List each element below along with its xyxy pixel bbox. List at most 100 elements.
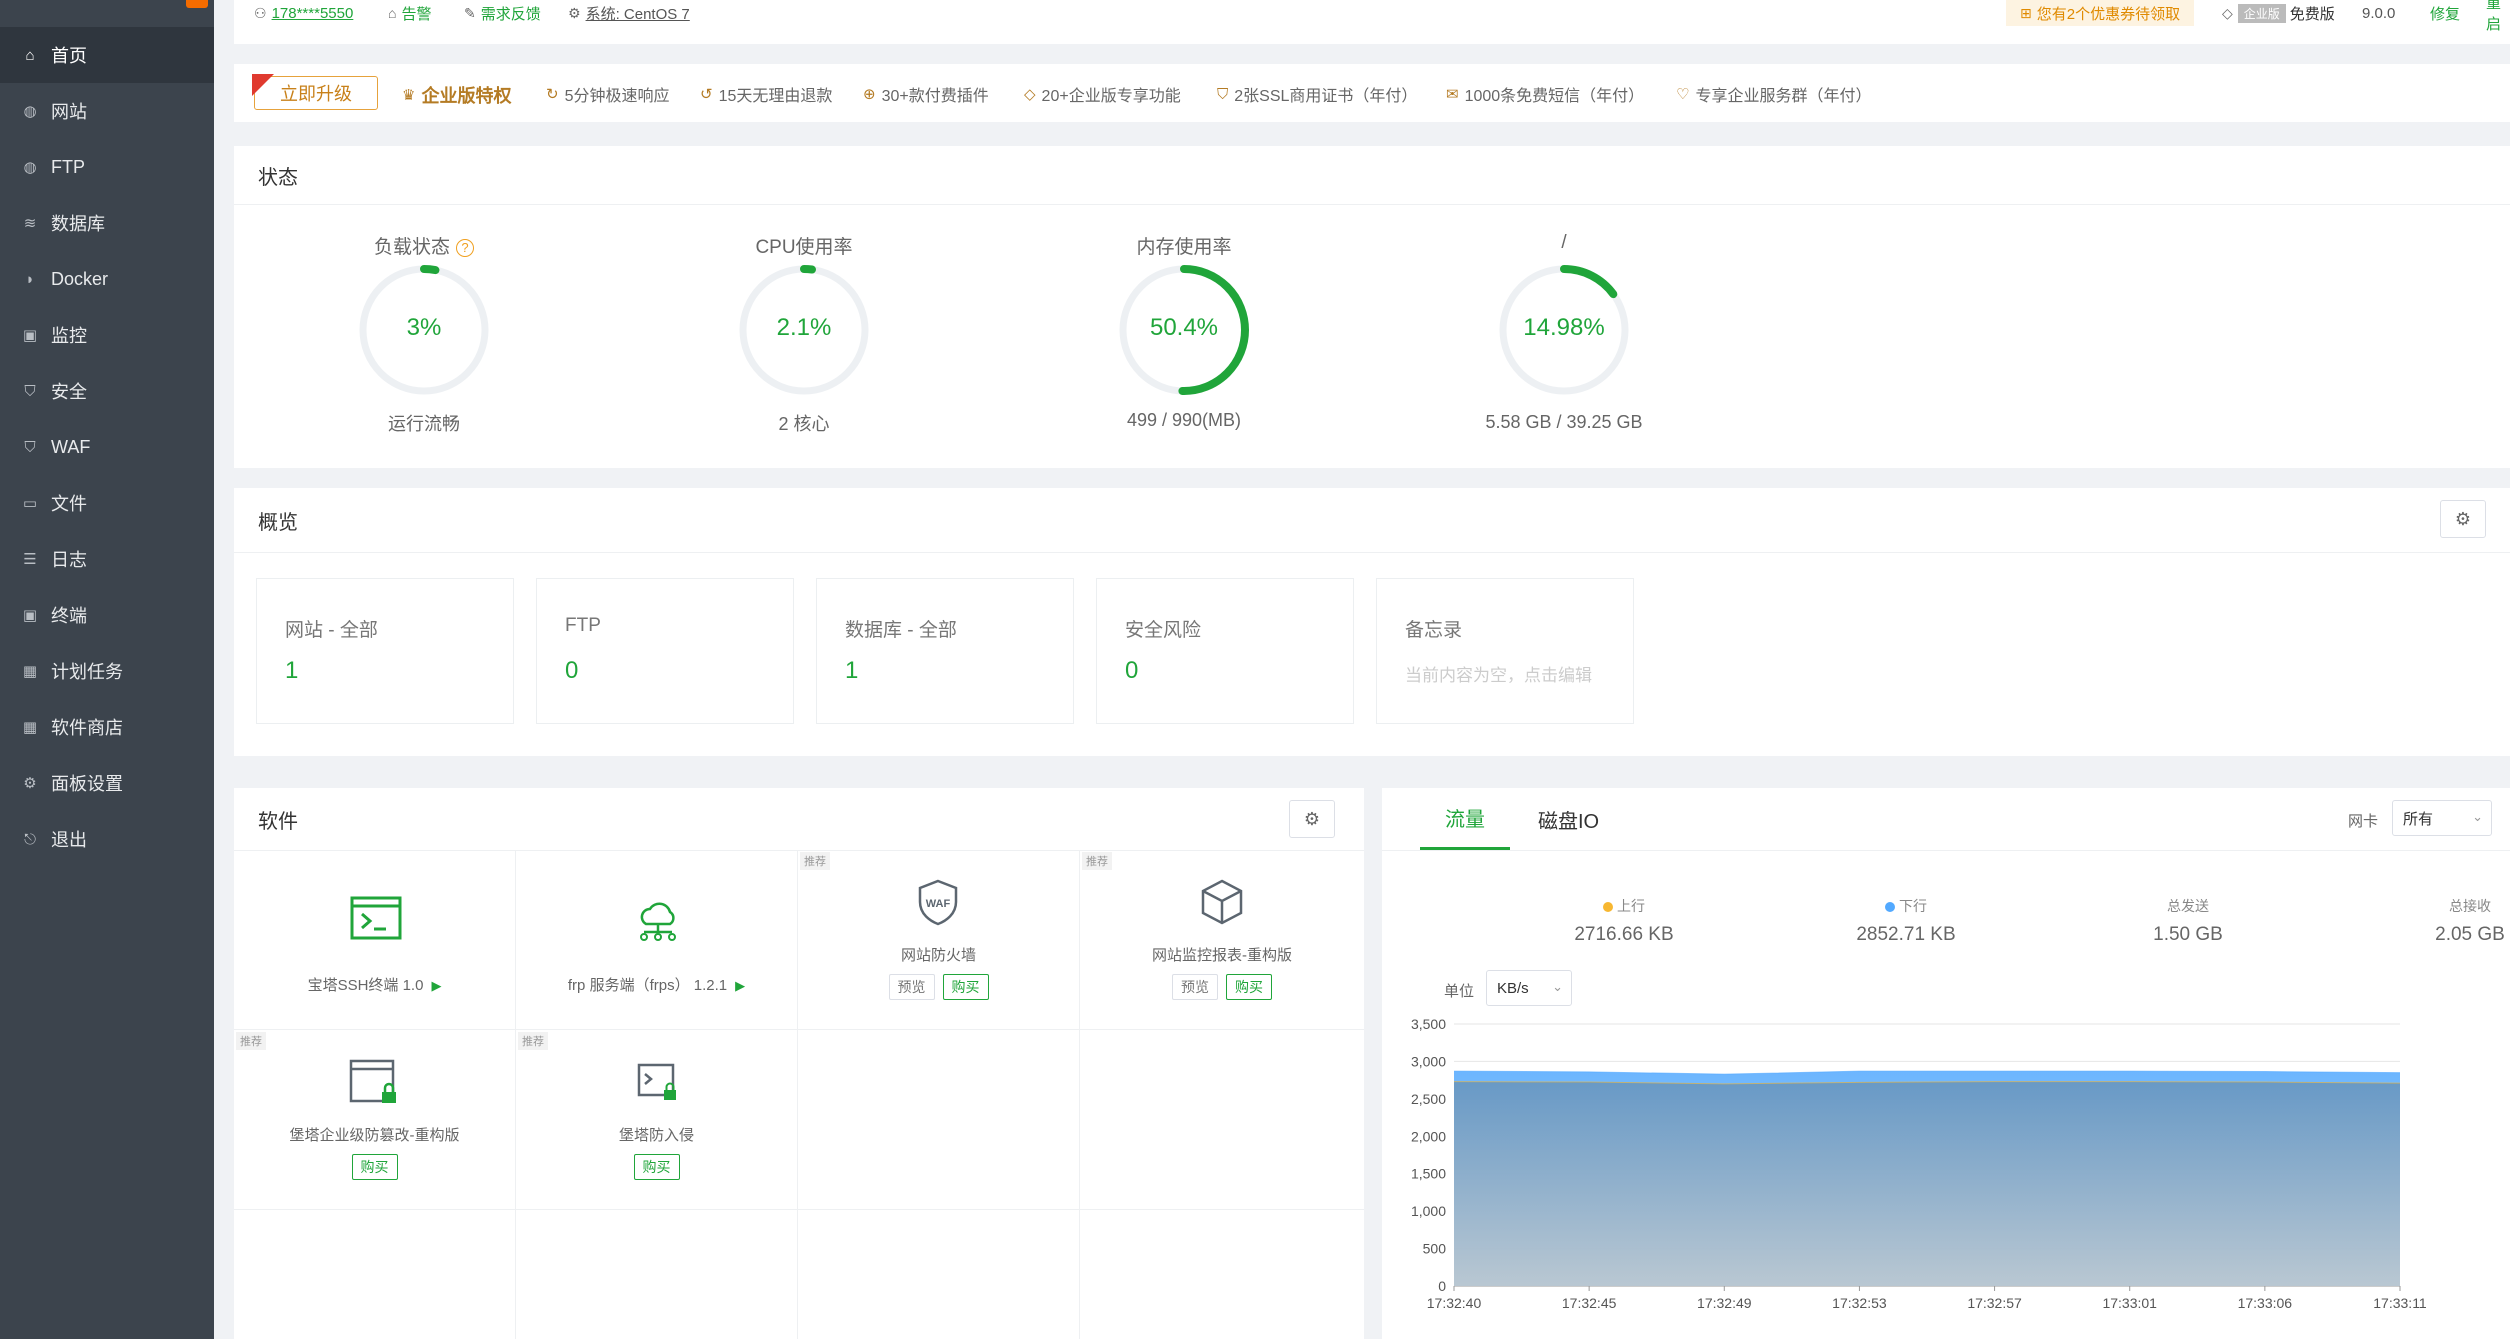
preview-button[interactable]: 预览 [1172,974,1218,1000]
download-label-text: 下行 [1899,898,1927,914]
sidebar-item-2[interactable]: ◍ FTP [0,139,214,195]
sidebar-item-7[interactable]: ⛉ WAF [0,419,214,475]
overview-settings-button[interactable]: ⚙ [2440,500,2486,538]
feedback-link[interactable]: ✎ 需求反馈 [464,0,541,26]
total-sent-label: 总发送 [2167,898,2209,914]
software-item-intrusion-prevention[interactable]: 推荐 堡塔防入侵 购买 [516,1030,798,1210]
sidebar-item-label: FTP [51,156,85,177]
overview-box-website[interactable]: 网站 - 全部 1 [256,578,514,724]
feedback-label: 需求反馈 [480,5,541,23]
sidebar-item-label: 首页 [51,46,87,66]
play-icon[interactable]: ▶ [735,978,745,993]
top-bar: ⚇ 178****5550 ⌂ 告警 ✎ 需求反馈 ⚙ 系统: CentOS 7 ⊞ 您有… [234,0,2510,44]
upload-label-text: 上行 [1617,898,1645,914]
x-tick-label: 17:32:53 [1832,1295,1887,1311]
software-slot-empty [234,1210,516,1339]
traffic-card: 流量 磁盘IO 网卡 所有 ⌄ 上行 2716.66 KB 下行 2852.71 … [1382,788,2510,1339]
upload-value: 2716.66 KB [1574,924,1674,945]
overview-box-database[interactable]: 数据库 - 全部 1 [816,578,1074,724]
cpu-sub: 2 核心 [778,414,830,434]
software-item-tamper-proof[interactable]: 推荐 堡塔企业级防篡改-重构版 购买 [234,1030,516,1210]
enterprise-privilege-title[interactable]: ♛ 企业版特权 [402,82,511,108]
preview-button[interactable]: 预览 [888,974,935,1000]
account-link[interactable]: ⚇ 178****5550 [254,0,353,26]
enterprise-title-label: 企业版特权 [421,86,512,106]
software-actions: 预览 购买 [1080,974,1364,1000]
sidebar-item-label: 安全 [51,382,87,402]
repair-link[interactable]: 修复 [2430,0,2460,26]
overview-box-value[interactable]: 1 [285,657,298,685]
overview-box-value[interactable]: 0 [565,657,578,685]
sidebar-item-10[interactable]: ▣ 终端 [0,587,214,643]
sidebar-item-8[interactable]: ▭ 文件 [0,475,214,531]
status-title: 状态 [258,166,298,189]
divider [234,204,2510,205]
help-icon[interactable]: ? [456,238,474,257]
restart-link[interactable]: 重启 [2486,0,2510,33]
sidebar-item-label: 终端 [51,606,87,626]
tab-disk-io[interactable]: 磁盘IO [1538,788,1599,850]
chip-icon: ⚙ [568,4,581,21]
software-item-site-monitor[interactable]: 推荐 网站监控报表-重构版 预览 购买 [1080,850,1364,1030]
coupon-banner[interactable]: ⊞ 您有2个优惠券待领取 [2006,0,2195,26]
promo-feature-label: 15天无理由退款 [718,88,833,105]
speed-icon: ↻ [546,86,559,103]
sms-icon: ✉ [1446,86,1459,103]
buy-button[interactable]: 购买 [942,974,989,1000]
promo-feature-label: 1000条免费短信（年付） [1464,88,1645,105]
memo-placeholder[interactable]: 当前内容为空，点击编辑 [1405,661,1592,686]
sidebar-item-label: 退出 [51,830,87,850]
edition-info[interactable]: ◇ 企业版 免费版 [2222,0,2335,26]
overview-box-memo[interactable]: 备忘录 当前内容为空，点击编辑 [1376,578,1634,724]
folder-icon: ▭ [22,495,38,512]
sidebar-item-5[interactable]: ▣ 监控 [0,307,214,363]
promo-feature: ♡ 专享企业服务群（年付） [1676,82,1871,106]
sidebar-header [0,0,214,27]
promo-feature: ⊕ 30+款付费插件 [863,82,989,106]
overview-box-value[interactable]: 0 [1125,657,1138,685]
account-phone[interactable]: 178****5550 [272,5,354,22]
traffic-chart[interactable]: 0 500 1,000 1,500 2,000 2,500 3,000 3,500 17:32:… [1382,1006,2510,1339]
notification-badge[interactable] [186,0,208,8]
disk-value: 14.98% [1523,314,1605,341]
total-sent-value: 1.50 GB [2153,924,2223,945]
sidebar-item-label: 网站 [51,102,87,122]
nic-label: 网卡 [2348,813,2379,830]
tab-traffic[interactable]: 流量 [1420,788,1510,850]
buy-button[interactable]: 购买 [351,1154,398,1180]
software-settings-button[interactable]: ⚙ [1289,800,1335,838]
waf-shield-icon: ⛉ [24,438,36,456]
software-item-waf[interactable]: 推荐 WAF 网站防火墙 预览 购买 [798,850,1080,1030]
sidebar-item-12[interactable]: ▦ 软件商店 [0,699,214,755]
promo-feature: ◇ 20+企业版专享功能 [1024,82,1181,106]
sidebar-item-14[interactable]: ⎋ 退出 [0,811,214,867]
sidebar-item-1[interactable]: ◍ 网站 [0,83,214,139]
edit-icon: ✎ [464,4,476,21]
play-icon[interactable]: ▶ [431,978,441,993]
sidebar-nav: ⌂ 首页 ◍ 网站 ◍ FTP ≋ 数据库 ◗ Docker ▣ 监控 ⛉ 安全 ⛉ WAF ▭ 文件 ☰ 日志 ▣ 终端… [0,27,214,867]
sidebar-item-9[interactable]: ☰ 日志 [0,531,214,587]
software-item-frps[interactable]: frp 服务端（frps） 1.2.1 ▶ [516,850,798,1030]
docker-icon: ◗ [25,270,35,288]
sidebar-item-6[interactable]: ⛉ 安全 [0,363,214,419]
alert-link[interactable]: ⌂ 告警 [388,0,431,26]
y-tick-label: 2,000 [1411,1128,1446,1144]
overview-box-security-risk[interactable]: 安全风险 0 [1096,578,1354,724]
overview-box-ftp[interactable]: FTP 0 [536,578,794,724]
software-item-ssh-terminal[interactable]: 宝塔SSH终端 1.0 ▶ [234,850,516,1030]
software-actions: 预览 购买 [798,974,1079,1000]
sidebar-item-0[interactable]: ⌂ 首页 [0,27,214,83]
buy-button[interactable]: 购买 [1226,974,1272,1000]
sidebar-item-13[interactable]: ⚙ 面板设置 [0,755,214,811]
upgrade-button[interactable]: 立即升级 [252,74,378,110]
nic-select[interactable]: 所有 ⌄ [2392,800,2492,836]
sidebar-item-3[interactable]: ≋ 数据库 [0,195,214,251]
sidebar-item-4[interactable]: ◗ Docker [0,251,214,307]
software-name: 宝塔SSH终端 1.0 ▶ [234,974,515,995]
version-text: 9.0.0 [2362,4,2396,22]
buy-button[interactable]: 购买 [633,1154,680,1180]
unit-select[interactable]: KB/s ⌄ [1486,970,1572,1006]
overview-box-value[interactable]: 1 [845,657,858,685]
sidebar-item-11[interactable]: ▦ 计划任务 [0,643,214,699]
load-label-text: 负载状态 [373,237,450,258]
